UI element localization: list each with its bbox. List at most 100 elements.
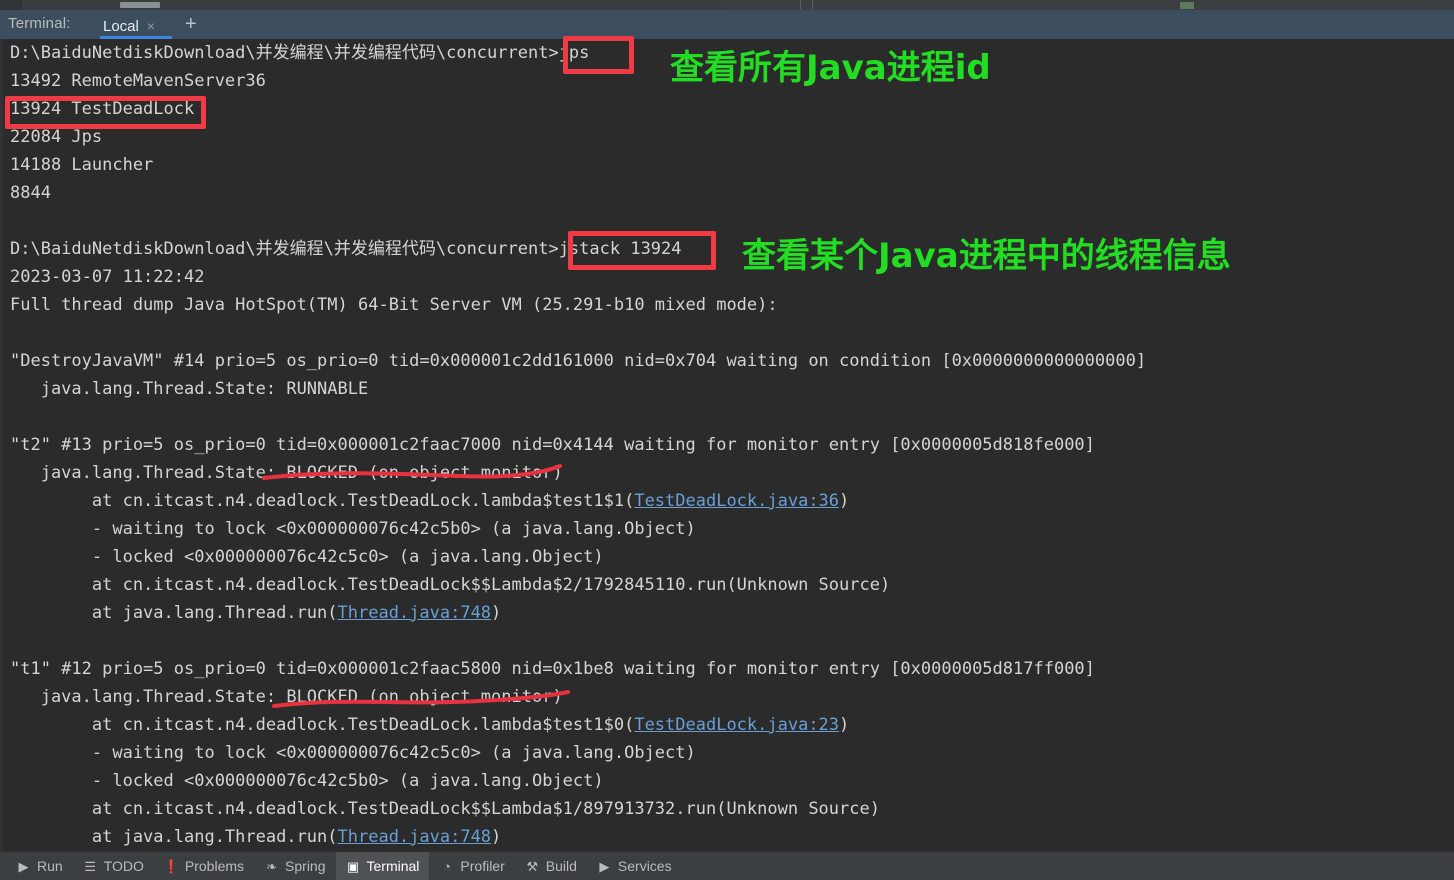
editor-tab-stub — [120, 2, 160, 8]
terminal-text: ) — [839, 491, 850, 511]
terminal-line: "DestroyJavaVM" #14 prio=5 os_prio=0 tid… — [10, 347, 1454, 375]
bottom-tab-todo[interactable]: ☰ TODO — [73, 852, 154, 880]
bottom-tab-build[interactable]: ⚒ Build — [515, 852, 587, 880]
terminal-line-list: D:\BaiduNetdiskDownload\并发编程\并发编程代码\conc… — [10, 39, 1454, 851]
source-link[interactable]: Thread.java:748 — [338, 827, 492, 847]
bottom-tab-services[interactable]: ▶ Services — [587, 852, 682, 880]
terminal-text: - locked <0x000000076c42c5c0> (a java.la… — [10, 547, 604, 567]
bottom-tool-window-bar: ▶ Run ☰ TODO ❗ Problems ❧ Spring ▣ Terminal ◔ Profi… — [0, 851, 1454, 880]
terminal-line: java.lang.Thread.State: BLOCKED (on obje… — [10, 459, 1454, 487]
terminal-text: 22084 Jps — [10, 127, 103, 147]
editor-gutter-stub — [0, 0, 22, 10]
terminal-line: 14188 Launcher — [10, 151, 1454, 179]
terminal-tab-local[interactable]: Local × — [100, 13, 172, 39]
terminal-text: 13492 RemoteMavenServer36 — [10, 71, 266, 91]
editor-divider-left — [800, 0, 801, 10]
terminal-text: ) — [491, 603, 502, 623]
terminal-icon: ▣ — [346, 858, 360, 874]
terminal-text: 2023-03-07 11:22:42 — [10, 267, 205, 287]
terminal-text: - locked <0x000000076c42c5b0> (a java.la… — [10, 771, 604, 791]
terminal-line: 22084 Jps — [10, 123, 1454, 151]
run-icon: ▶ — [18, 858, 29, 874]
terminal-line: - waiting to lock <0x000000076c42c5c0> (… — [10, 739, 1454, 767]
terminal-line: - waiting to lock <0x000000076c42c5b0> (… — [10, 515, 1454, 543]
terminal-text: java.lang.Thread.State: BLOCKED (on obje… — [10, 463, 563, 483]
terminal-line: at cn.itcast.n4.deadlock.TestDeadLock$$L… — [10, 795, 1454, 823]
terminal-line: at java.lang.Thread.run(Thread.java:748) — [10, 599, 1454, 627]
bottom-tab-problems[interactable]: ❗ Problems — [154, 852, 254, 880]
terminal-line: "t1" #12 prio=5 os_prio=0 tid=0x000001c2… — [10, 655, 1454, 683]
bottom-tab-profiler[interactable]: ◔ Profiler — [429, 852, 514, 880]
source-link[interactable]: TestDeadLock.java:23 — [634, 715, 839, 735]
editor-marker — [1180, 2, 1194, 9]
terminal-tab-label: Local — [103, 17, 139, 35]
todo-icon: ☰ — [84, 858, 97, 874]
terminal-line: - locked <0x000000076c42c5b0> (a java.la… — [10, 767, 1454, 795]
terminal-text: "t1" #12 prio=5 os_prio=0 tid=0x000001c2… — [10, 659, 1095, 679]
terminal-line: at cn.itcast.n4.deadlock.TestDeadLock$$L… — [10, 571, 1454, 599]
terminal-text: D:\BaiduNetdiskDownload\并发编程\并发编程代码\conc… — [10, 239, 682, 259]
build-icon: ⚒ — [526, 858, 539, 874]
bottom-tab-terminal-label: Terminal — [366, 858, 420, 874]
terminal-text: at cn.itcast.n4.deadlock.TestDeadLock.la… — [10, 491, 635, 511]
terminal-text: "DestroyJavaVM" #14 prio=5 os_prio=0 tid… — [10, 351, 1147, 371]
bottom-tab-run[interactable]: ▶ Run — [6, 852, 73, 880]
terminal-text: at cn.itcast.n4.deadlock.TestDeadLock$$L… — [10, 799, 880, 819]
terminal-text: at java.lang.Thread.run( — [10, 603, 338, 623]
editor-sliver — [0, 0, 1454, 10]
terminal-title-label: Terminal: — [8, 15, 71, 32]
terminal-line: at java.lang.Thread.run(Thread.java:748) — [10, 823, 1454, 851]
spring-icon: ❧ — [266, 858, 277, 874]
terminal-line: at cn.itcast.n4.deadlock.TestDeadLock.la… — [10, 711, 1454, 739]
close-icon[interactable]: × — [147, 19, 155, 33]
terminal-line: D:\BaiduNetdiskDownload\并发编程\并发编程代码\conc… — [10, 39, 1454, 67]
terminal-output-area[interactable]: D:\BaiduNetdiskDownload\并发编程\并发编程代码\conc… — [0, 39, 1454, 851]
terminal-text: at cn.itcast.n4.deadlock.TestDeadLock.la… — [10, 715, 635, 735]
bottom-tab-todo-label: TODO — [103, 858, 144, 874]
terminal-text: ) — [491, 827, 502, 847]
terminal-text: ) — [839, 715, 850, 735]
terminal-text: at java.lang.Thread.run( — [10, 827, 338, 847]
terminal-text: java.lang.Thread.State: BLOCKED (on obje… — [10, 687, 563, 707]
terminal-line: Full thread dump Java HotSpot(TM) 64-Bit… — [10, 291, 1454, 319]
terminal-header-bar: Terminal: Local × + — [0, 10, 1454, 40]
terminal-text: java.lang.Thread.State: RUNNABLE — [10, 379, 369, 399]
services-icon: ▶ — [599, 858, 610, 874]
terminal-text: "t2" #13 prio=5 os_prio=0 tid=0x000001c2… — [10, 435, 1095, 455]
bottom-tab-spring-label: Spring — [285, 858, 326, 874]
problems-icon: ❗ — [163, 858, 180, 874]
bottom-tab-services-label: Services — [617, 858, 672, 874]
source-link[interactable]: TestDeadLock.java:36 — [634, 491, 839, 511]
source-link[interactable]: Thread.java:748 — [338, 603, 492, 623]
add-terminal-tab-button[interactable]: + — [185, 14, 197, 34]
terminal-line: at cn.itcast.n4.deadlock.TestDeadLock.la… — [10, 487, 1454, 515]
bottom-tab-problems-label: Problems — [184, 858, 245, 874]
terminal-line: 2023-03-07 11:22:42 — [10, 263, 1454, 291]
terminal-line: java.lang.Thread.State: RUNNABLE — [10, 375, 1454, 403]
terminal-text: 8844 — [10, 183, 51, 203]
bottom-tab-profiler-label: Profiler — [460, 858, 505, 874]
bottom-tab-build-label: Build — [545, 858, 577, 874]
bottom-tab-run-label: Run — [37, 858, 63, 874]
terminal-line: 13924 TestDeadLock — [10, 95, 1454, 123]
bottom-tab-terminal[interactable]: ▣ Terminal — [335, 852, 430, 880]
terminal-text: - waiting to lock <0x000000076c42c5c0> (… — [10, 743, 696, 763]
terminal-line: 13492 RemoteMavenServer36 — [10, 67, 1454, 95]
editor-divider-right — [812, 0, 813, 10]
terminal-line: - locked <0x000000076c42c5c0> (a java.la… — [10, 543, 1454, 571]
terminal-text: - waiting to lock <0x000000076c42c5b0> (… — [10, 519, 696, 539]
terminal-text: D:\BaiduNetdiskDownload\并发编程\并发编程代码\conc… — [10, 43, 590, 63]
terminal-line: java.lang.Thread.State: BLOCKED (on obje… — [10, 683, 1454, 711]
terminal-line: "t2" #13 prio=5 os_prio=0 tid=0x000001c2… — [10, 431, 1454, 459]
bottom-tab-spring[interactable]: ❧ Spring — [254, 852, 335, 880]
terminal-text: Full thread dump Java HotSpot(TM) 64-Bit… — [10, 295, 778, 315]
terminal-text: 14188 Launcher — [10, 155, 154, 175]
terminal-text: 13924 TestDeadLock — [10, 99, 195, 119]
terminal-text: at cn.itcast.n4.deadlock.TestDeadLock$$L… — [10, 575, 891, 595]
terminal-line: 8844 — [10, 179, 1454, 207]
profiler-icon: ◔ — [442, 858, 451, 874]
